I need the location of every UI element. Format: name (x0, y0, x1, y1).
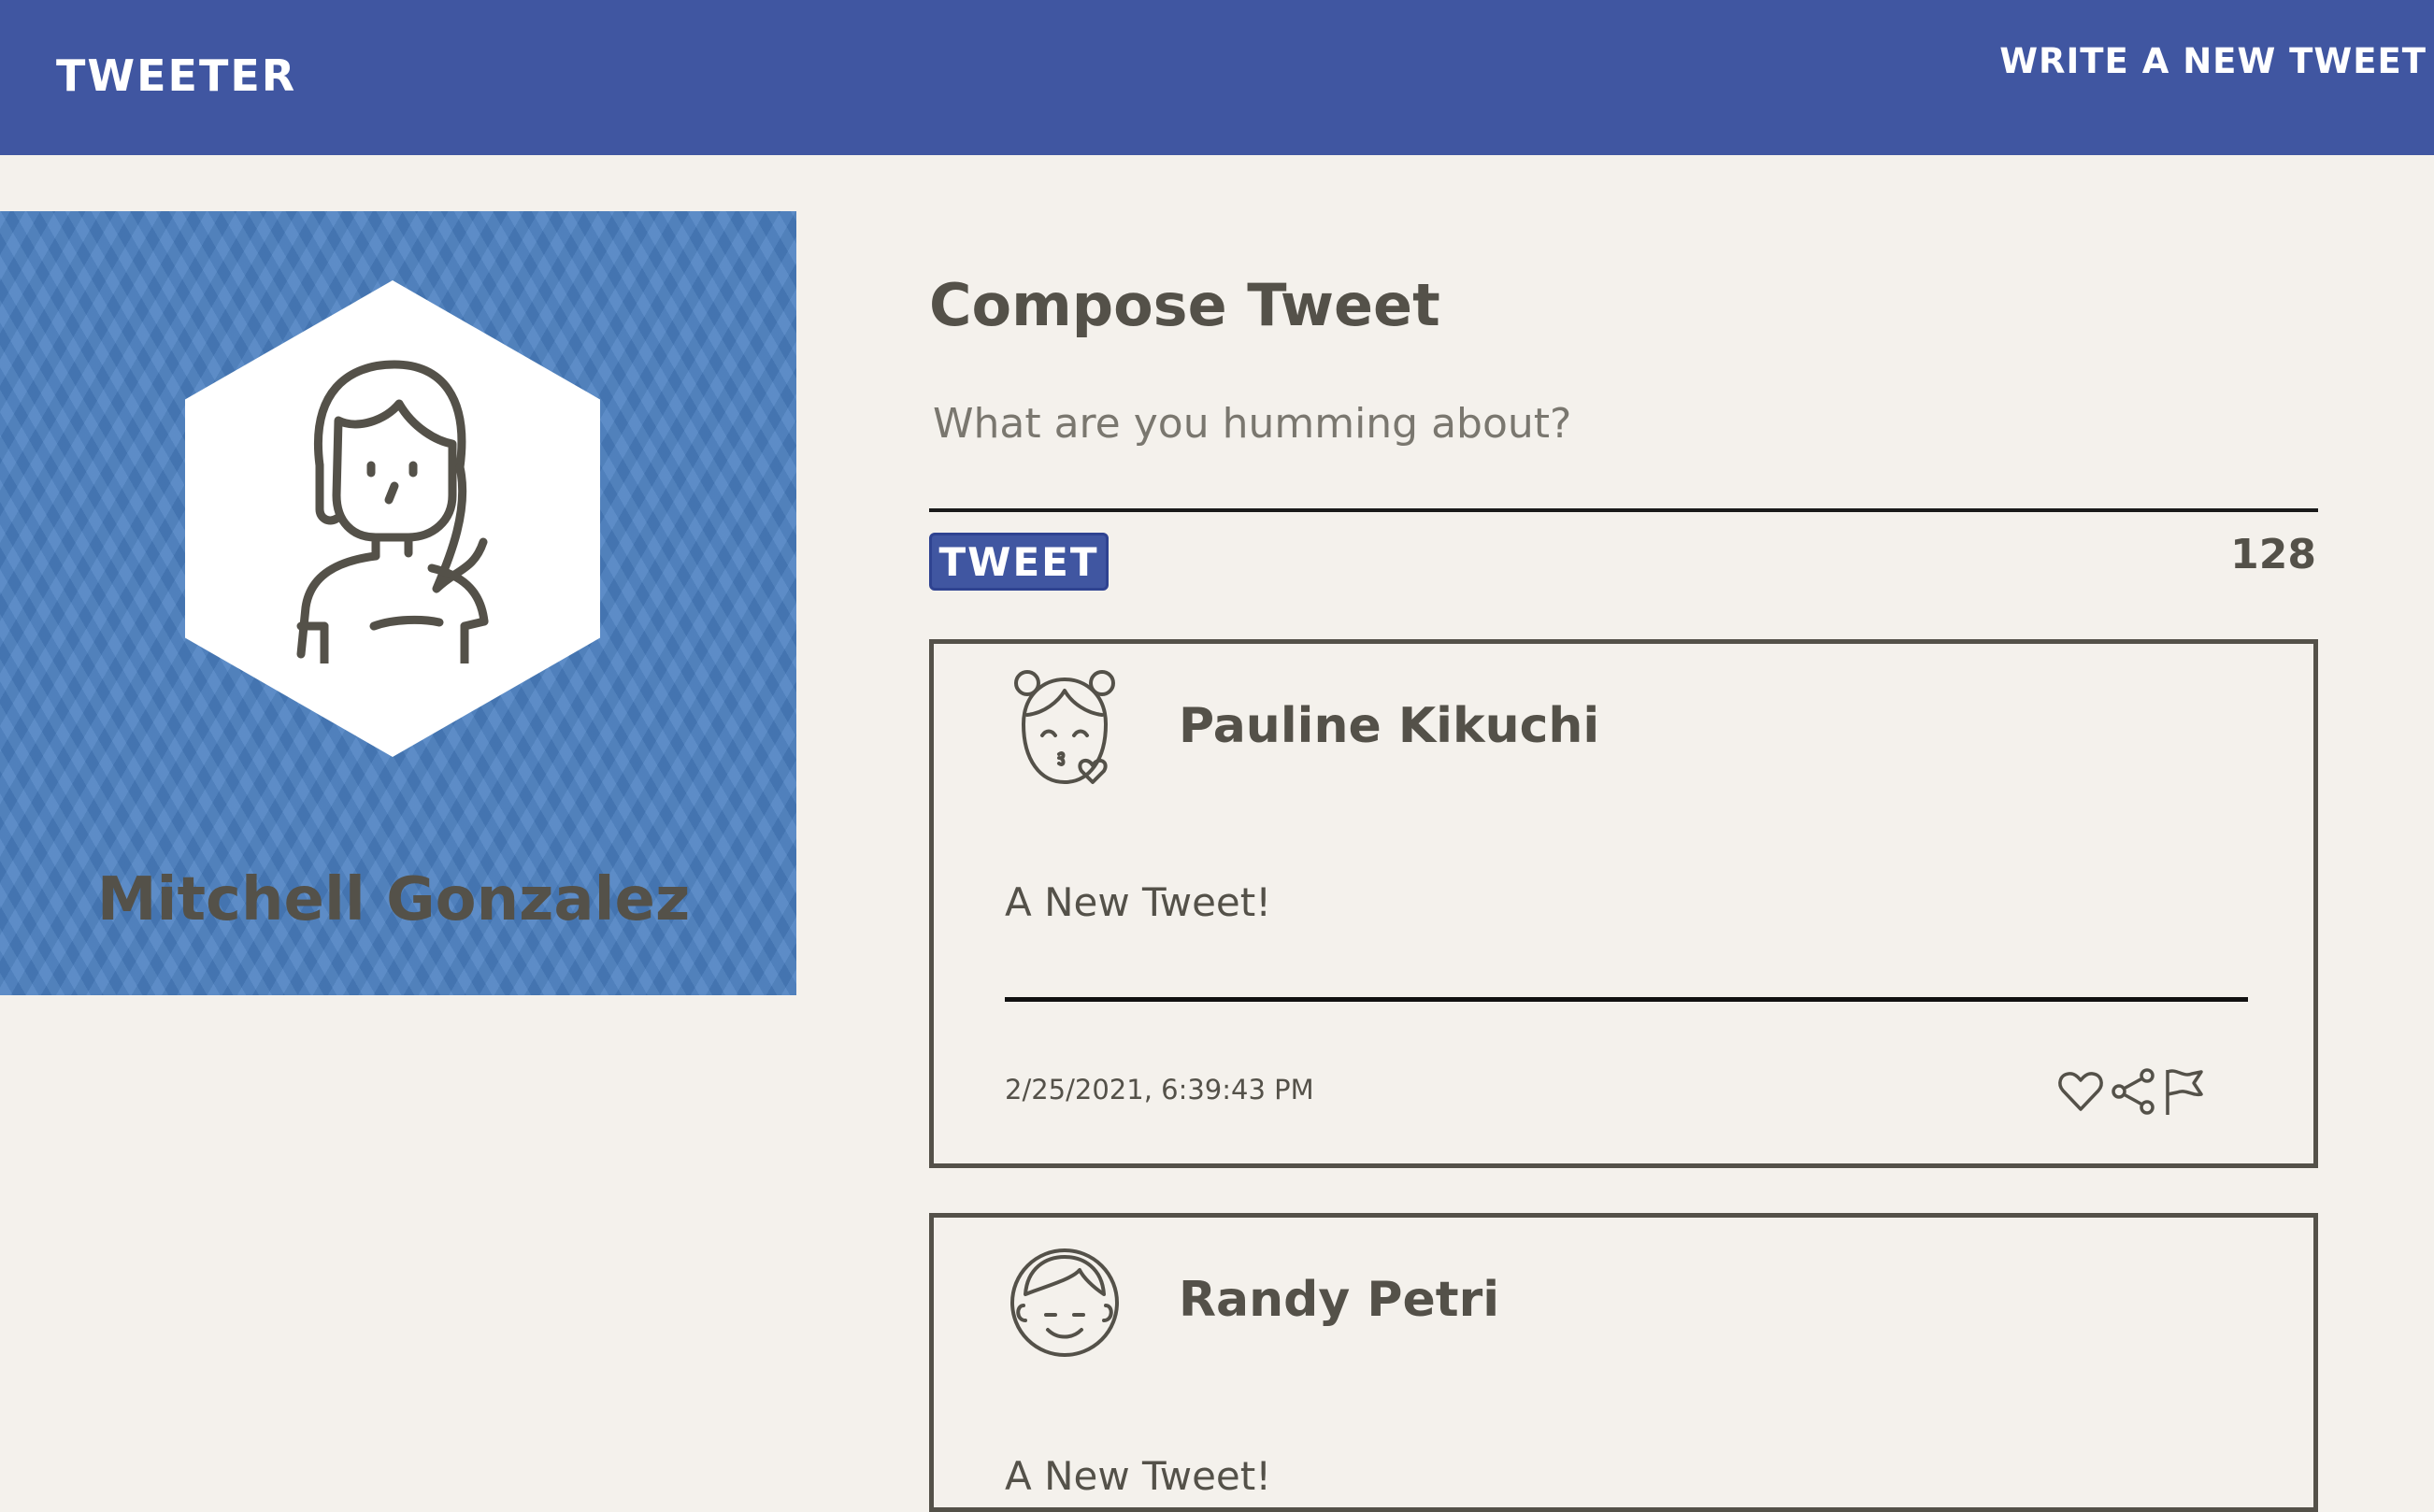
tweet-actions (2055, 1066, 2214, 1117)
top-nav: TWEETER WRITE A NEW TWEET (0, 0, 2434, 155)
tweet-timestamp: 2/25/2021, 6:39:43 PM (1005, 1074, 1314, 1105)
compose-tweet-input[interactable] (929, 391, 2318, 512)
profile-name: Mitchell Gonzalez (96, 865, 691, 934)
profile-avatar-frame (185, 280, 600, 757)
brand-logo[interactable]: TWEETER (56, 50, 296, 101)
share-icon[interactable] (2108, 1066, 2158, 1117)
profile-card: Mitchell Gonzalez (0, 211, 796, 995)
character-counter: 128 (2230, 531, 2316, 578)
user-avatar-icon (296, 360, 489, 663)
write-new-tweet-link[interactable]: WRITE A NEW TWEET (1999, 41, 2427, 81)
tweet-divider (1005, 997, 2248, 1002)
smiling-man-avatar-icon (1010, 1248, 1119, 1357)
tweet-submit-button[interactable]: TWEET (929, 533, 1109, 591)
tweet-author-name: Pauline Kikuchi (1179, 698, 1600, 754)
tweet-body: A New Tweet! (1005, 879, 1272, 925)
kiss-face-avatar-icon (1014, 670, 1115, 784)
tweet-card: Pauline Kikuchi A New Tweet! 2/25/2021, … (929, 639, 2318, 1168)
tweet-card: Randy Petri A New Tweet! (929, 1213, 2318, 1512)
heart-icon[interactable] (2055, 1066, 2106, 1117)
flag-icon[interactable] (2160, 1066, 2211, 1117)
tweet-author-name: Randy Petri (1179, 1272, 1500, 1328)
compose-title: Compose Tweet (929, 271, 1440, 339)
